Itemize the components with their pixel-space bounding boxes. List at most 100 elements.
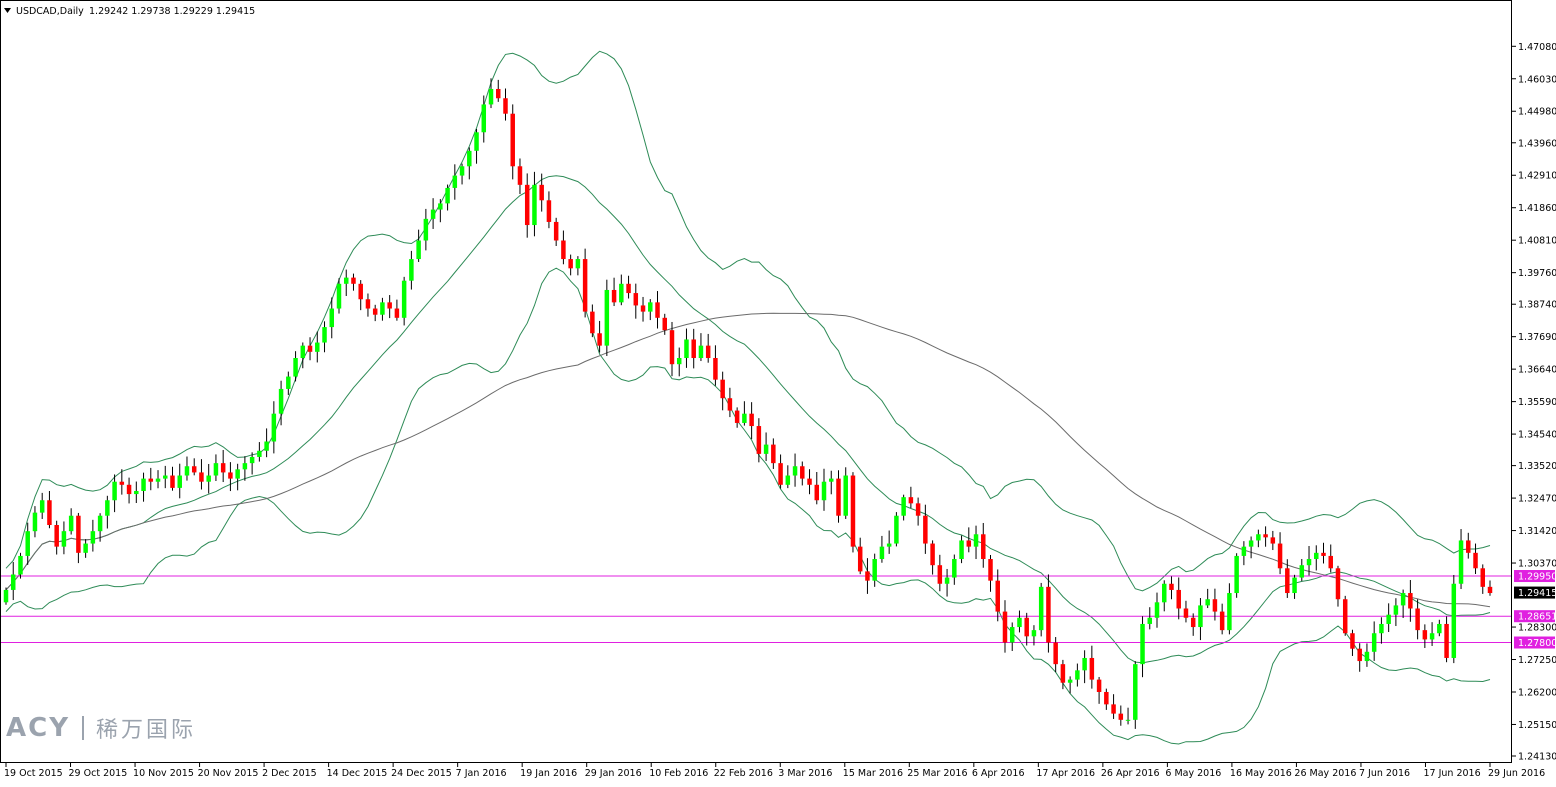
candle-body: [792, 466, 798, 476]
candle-body: [1038, 586, 1044, 631]
candle[interactable]: [1234, 553, 1239, 598]
candle-body: [886, 543, 892, 547]
candle-body: [351, 277, 356, 284]
candle-body: [1473, 552, 1478, 569]
candle-body: [155, 478, 161, 482]
candle-body: [1458, 540, 1464, 584]
x-tick-label: 14 Dec 2015: [327, 768, 388, 779]
chart-canvas[interactable]: 1.47080 1.46030 1.44980 1.43960 1.42910 1.418…: [0, 0, 1556, 783]
x-tick-label: 17 Apr 2016: [1036, 768, 1095, 779]
candle[interactable]: [1133, 661, 1138, 729]
candle-body: [778, 463, 783, 485]
candle-body: [582, 259, 588, 312]
candle-body: [626, 283, 631, 294]
candle-body: [68, 515, 74, 532]
candle-body: [430, 209, 436, 219]
candle-body: [474, 132, 479, 151]
candle-body: [1118, 713, 1124, 720]
candle-body: [1480, 568, 1486, 587]
candle-body: [293, 358, 298, 377]
candle-body: [170, 475, 175, 488]
candle-body: [184, 466, 190, 476]
candle-body: [865, 571, 870, 581]
candle[interactable]: [1342, 595, 1348, 636]
candle-body: [1133, 664, 1138, 720]
candle-body: [286, 376, 291, 389]
candle-body: [1429, 633, 1435, 640]
candle-body: [937, 565, 943, 584]
candle[interactable]: [1451, 574, 1457, 664]
candle-body: [705, 345, 711, 359]
candle-body: [944, 577, 950, 584]
candle-body: [126, 484, 132, 495]
candle-body: [1487, 586, 1493, 594]
candle-body: [83, 543, 88, 553]
x-tick-label: 15 Mar 2016: [843, 768, 903, 779]
candle-body: [10, 574, 16, 590]
candle-body: [952, 559, 957, 578]
candle-body: [836, 478, 841, 516]
candle-body: [532, 184, 537, 226]
candle-body: [1205, 599, 1210, 606]
candle-body: [1379, 623, 1384, 634]
candlestick-chart[interactable]: 1.47080 1.46030 1.44980 1.43960 1.42910 1.418…: [0, 0, 1556, 783]
candle-body: [662, 317, 667, 331]
candle-body: [336, 283, 342, 309]
y-tick-label: 1.28300: [1518, 623, 1556, 634]
candle-body: [105, 500, 110, 516]
candle-body: [315, 342, 320, 352]
candle-body: [756, 426, 762, 454]
x-tick-label: 6 Apr 2016: [972, 768, 1025, 779]
candle-body: [163, 475, 168, 479]
ohlc-readout: 1.29242 1.29738 1.29229 1.29415: [89, 6, 255, 17]
candle-body: [1067, 679, 1073, 683]
candle[interactable]: [850, 472, 856, 553]
candle-body: [988, 559, 993, 581]
candle-body: [228, 472, 233, 479]
candle-body: [561, 240, 566, 260]
candle-body: [1342, 599, 1348, 634]
candle-body: [1104, 691, 1109, 705]
candle-body: [496, 88, 501, 99]
candle[interactable]: [604, 279, 610, 356]
candle-body: [76, 515, 81, 553]
y-tick-label: 1.41860: [1518, 203, 1556, 214]
candle-body: [1314, 552, 1319, 560]
candle-body: [401, 280, 407, 318]
x-tick-label: 20 Nov 2015: [198, 768, 259, 779]
candle[interactable]: [894, 512, 899, 547]
candle-body: [1277, 543, 1283, 569]
candle[interactable]: [3, 587, 9, 605]
candle[interactable]: [1038, 582, 1044, 637]
candle-body: [1285, 568, 1290, 594]
x-tick-label: 3 Mar 2016: [778, 768, 832, 779]
x-tick-label: 7 Jan 2016: [456, 768, 507, 779]
candle-body: [590, 311, 595, 334]
candle-body: [372, 308, 378, 315]
x-tick-label: 26 May 2016: [1294, 768, 1356, 779]
acy-watermark: ACY 稀万国际: [6, 712, 196, 744]
candle-body: [546, 200, 552, 222]
candle-body: [1234, 555, 1239, 594]
level-price-tag: 1.28651: [1518, 612, 1556, 623]
candle-body: [742, 413, 747, 423]
candle-body: [380, 302, 385, 315]
candle-body: [329, 308, 335, 328]
candle-body: [669, 330, 675, 365]
candle-body: [1147, 617, 1153, 624]
y-tick-label: 1.25150: [1518, 720, 1556, 731]
candle-body: [54, 524, 59, 547]
candle-body: [981, 534, 986, 560]
candle-body: [264, 441, 269, 451]
candle-body: [1248, 540, 1254, 547]
candle-body: [619, 283, 624, 303]
x-tick-label: 29 Oct 2015: [69, 768, 128, 779]
candle-body: [112, 481, 117, 501]
candle-body: [1408, 593, 1413, 609]
candle-body: [119, 481, 125, 485]
candle-body: [930, 543, 935, 566]
candle-body: [611, 289, 617, 303]
candle-body: [807, 478, 812, 485]
candle-body: [771, 444, 776, 464]
candle-body: [1364, 651, 1370, 662]
